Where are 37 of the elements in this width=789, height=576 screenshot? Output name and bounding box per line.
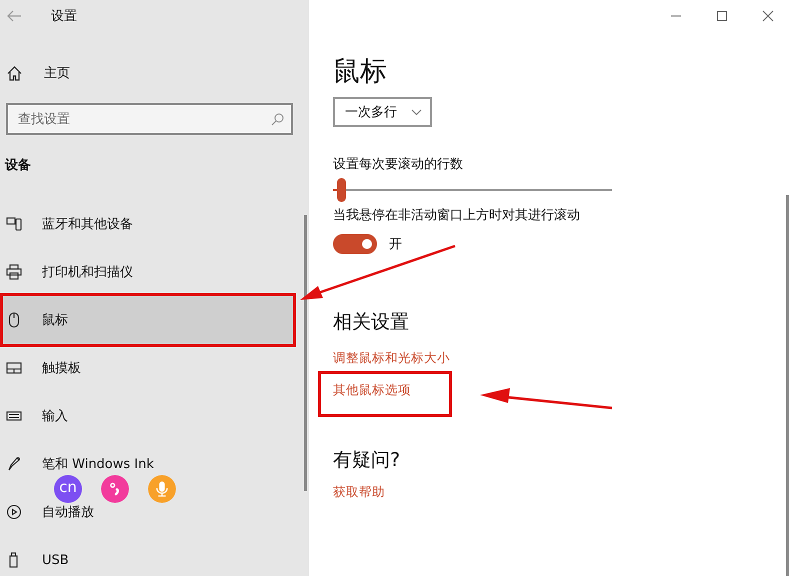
scroll-dropdown[interactable]: 一次多行 [333,97,432,127]
nav-item[interactable]: USB [0,536,296,576]
nav-item[interactable]: 鼠标 [0,296,296,344]
pen-icon [6,456,22,472]
search-icon [271,113,284,126]
chevron-icon [411,108,422,116]
section-heading: 有疑问? [333,448,402,473]
close-icon[interactable] [762,10,774,22]
keyboard-mouse-icon [6,216,22,232]
link[interactable]: 其他鼠标选项 [333,382,411,397]
toggle-label: 当我悬停在非活动窗口上方时对其进行滚动 [333,207,581,225]
printer-icon [6,264,22,280]
touchpad-icon [6,360,22,376]
nav-item[interactable]: 蓝牙和其他设备 [0,200,296,248]
search-field[interactable]: 查找设置 [6,103,293,135]
nav-item[interactable]: 打印机和扫描仪 [0,248,296,296]
slider-thumb[interactable] [337,178,346,202]
nav-item[interactable]: 触摸板 [0,344,296,392]
page-title: 鼠标 [333,55,388,89]
scrollbar[interactable] [304,215,307,491]
maximize-icon[interactable] [716,10,728,22]
punctuation-icon[interactable] [101,475,129,503]
nav-item[interactable]: 输入 [0,392,296,440]
mouse-icon [6,312,22,328]
home-item[interactable]: 主页 [0,62,87,84]
play-icon [6,504,22,520]
link[interactable]: 获取帮助 [333,484,385,499]
scrollbar[interactable] [786,195,789,576]
slider-label: 设置每次要滚动的行数 [333,156,464,174]
section-heading: 相关设置 [333,310,410,335]
home-icon [7,66,22,80]
toggle-switch[interactable] [333,234,377,254]
toggle-state: 开 [389,236,402,253]
scroll-lines-slider[interactable] [333,178,612,202]
section-heading: 设备 [4,157,32,174]
window-title: 设置 [51,8,77,25]
link[interactable]: 调整鼠标和光标大小 [333,350,450,365]
